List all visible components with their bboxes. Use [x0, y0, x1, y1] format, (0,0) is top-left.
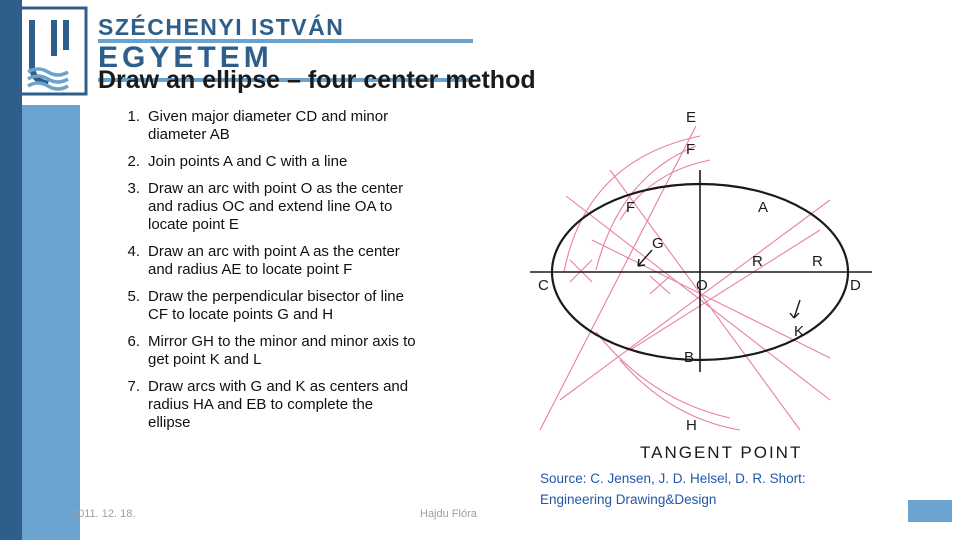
label-b: B — [684, 349, 694, 366]
steps-list: 1. Given major diameter CD and minor dia… — [98, 108, 418, 441]
list-item-number: 1. — [127, 108, 140, 125]
list-item-number: 2. — [127, 153, 140, 170]
list-item-number: 7. — [127, 378, 140, 395]
figure-caption: TANGENT POINT — [640, 443, 802, 462]
list-item-number: 4. — [127, 243, 140, 260]
label-a: A — [758, 199, 768, 216]
source-citation: Source: C. Jensen, J. D. Helsel, D. R. S… — [540, 468, 940, 510]
list-item: 1. Given major diameter CD and minor dia… — [98, 108, 418, 144]
label-f-outer: F — [686, 141, 695, 158]
label-f-inner: F — [626, 199, 635, 216]
footer-color-swatch — [908, 500, 952, 522]
list-item: 5. Draw the perpendicular bisector of li… — [98, 288, 418, 324]
list-item: 2. Join points A and C with a line — [98, 153, 418, 171]
label-r-left: R — [752, 253, 763, 270]
list-item-text: Join points A and C with a line — [148, 153, 348, 170]
ellipse-construction-figure: E F A F G R R C O D K B H TANGENT POINT — [500, 100, 940, 470]
label-c: C — [538, 277, 549, 294]
list-item-text: Given major diameter CD and minor diamet… — [148, 108, 389, 143]
footer-author: Hajdu Flóra — [420, 508, 477, 520]
label-r-right: R — [812, 253, 823, 270]
label-g: G — [652, 235, 664, 252]
list-item-text: Mirror GH to the minor and minor axis to… — [148, 333, 416, 368]
leader-arrows — [637, 249, 801, 319]
label-k: K — [794, 323, 804, 340]
list-item: 3. Draw an arc with point O as the cente… — [98, 180, 418, 234]
list-item-text: Draw arcs with G and K as centers and ra… — [148, 378, 409, 431]
label-o: O — [696, 277, 708, 294]
label-e-outer: E — [686, 109, 696, 126]
list-item-number: 6. — [127, 333, 140, 350]
university-logo-mark-icon — [18, 6, 88, 96]
label-d: D — [850, 277, 861, 294]
logo-line-1: SZÉCHENYI ISTVÁN — [98, 14, 345, 40]
page-title: Draw an ellipse – four center method — [98, 66, 536, 94]
list-item: 4. Draw an arc with point A as the cente… — [98, 243, 418, 279]
source-line-1: Source: C. Jensen, J. D. Helsel, D. R. S… — [540, 471, 806, 486]
list-item-number: 5. — [127, 288, 140, 305]
label-h: H — [686, 417, 697, 434]
source-line-2: Engineering Drawing&Design — [540, 492, 717, 507]
list-item: 6. Mirror GH to the minor and minor axis… — [98, 333, 418, 369]
list-item: 7. Draw arcs with G and K as centers and… — [98, 378, 418, 432]
list-item-text: Draw an arc with point O as the center a… — [148, 180, 404, 233]
slide: SZÉCHENYI ISTVÁN EGYETEM Draw an ellipse… — [0, 0, 960, 540]
construction-lines — [539, 125, 831, 431]
list-item-text: Draw the perpendicular bisector of line … — [148, 288, 404, 323]
list-item-text: Draw an arc with point A as the center a… — [148, 243, 400, 278]
list-item-number: 3. — [127, 180, 140, 197]
footer-date: 2011. 12. 18. — [72, 508, 136, 520]
